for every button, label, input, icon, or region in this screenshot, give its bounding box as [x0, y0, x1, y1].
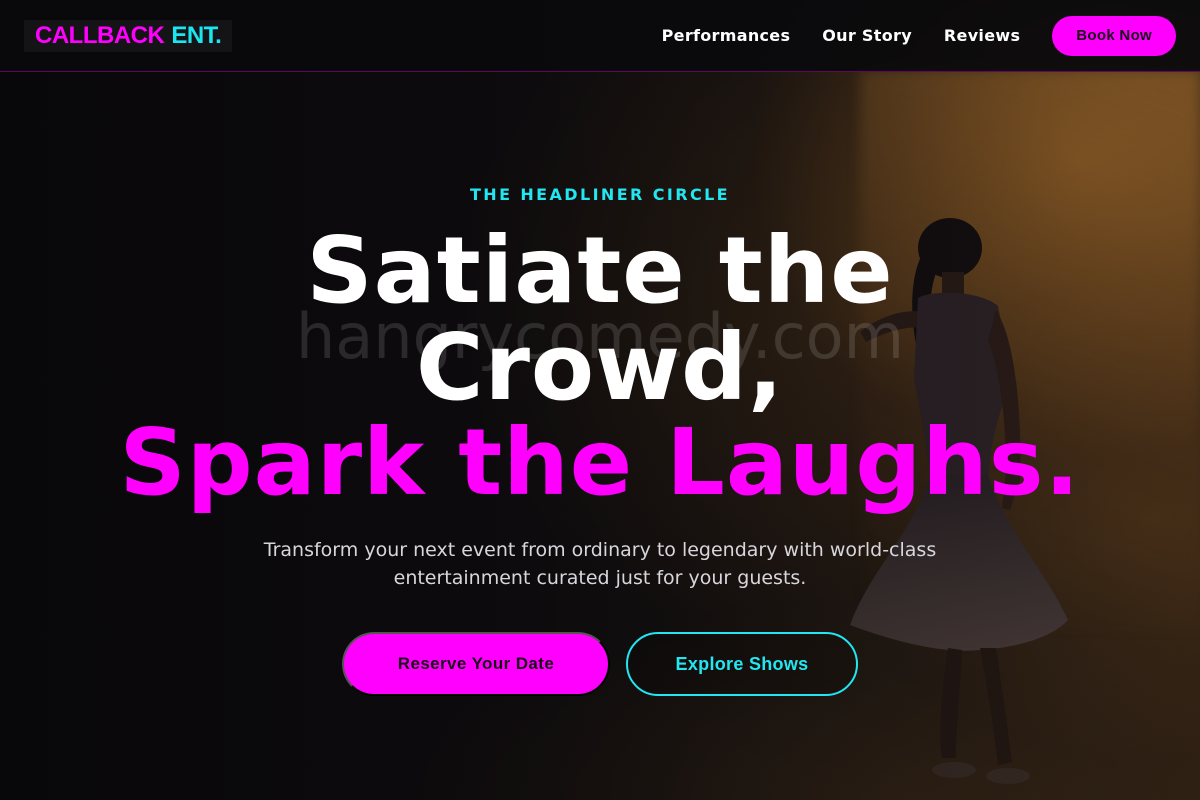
- explore-shows-button[interactable]: Explore Shows: [626, 632, 858, 696]
- hero-cta-group: Reserve Your Date Explore Shows: [0, 632, 1200, 696]
- brand-logo-text-primary: CALLBACK: [35, 21, 165, 49]
- reserve-date-button[interactable]: Reserve Your Date: [342, 632, 610, 696]
- nav-link-performances[interactable]: Performances: [662, 26, 791, 45]
- headline-line-2: Crowd,: [416, 314, 784, 421]
- brand-logo[interactable]: CALLBACK ENT.: [24, 19, 233, 52]
- headline-line-1: Satiate the: [306, 217, 894, 324]
- main-nav: Performances Our Story Reviews Book Now: [662, 15, 1176, 56]
- book-now-button[interactable]: Book Now: [1052, 15, 1176, 56]
- hero-headline: Satiate the Crowd, Spark the Laughs.: [0, 222, 1200, 511]
- nav-link-our-story[interactable]: Our Story: [822, 26, 912, 45]
- nav-link-reviews[interactable]: Reviews: [944, 26, 1020, 45]
- brand-logo-text-secondary: ENT.: [171, 21, 222, 49]
- hero-subtext: Transform your next event from ordinary …: [263, 539, 937, 589]
- hero-section: THE HEADLINER CIRCLE Satiate the Crowd, …: [0, 72, 1200, 800]
- site-header: CALLBACK ENT. Performances Our Story Rev…: [0, 0, 1200, 72]
- hero-eyebrow: THE HEADLINER CIRCLE: [469, 185, 731, 204]
- headline-accent: Spark the Laughs.: [119, 409, 1081, 516]
